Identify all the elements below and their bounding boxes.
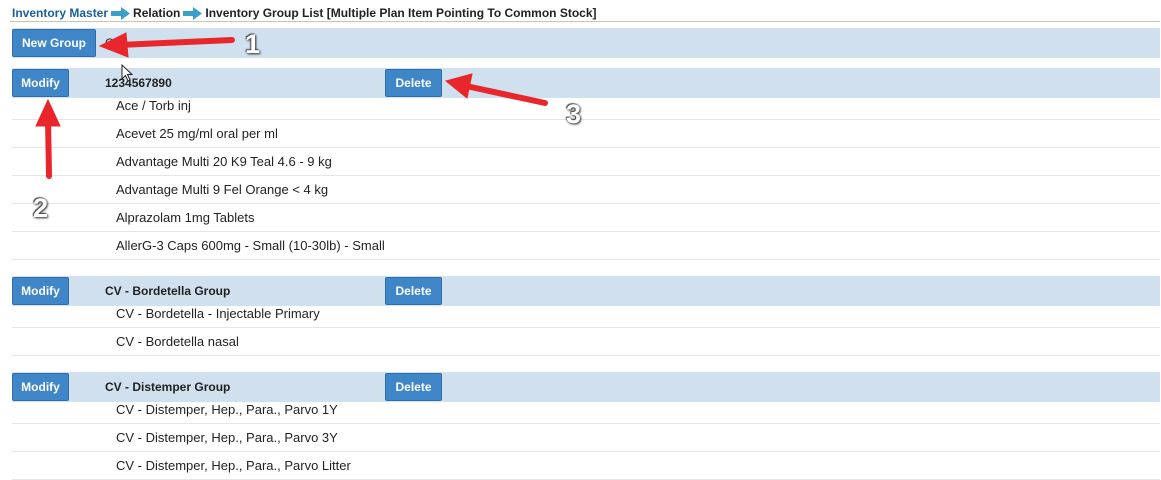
breadcrumb-item-inventory-master[interactable]: Inventory Master (12, 6, 108, 20)
list-item: CV - Bordetella - Injectable Primary (12, 300, 1160, 328)
breadcrumb: Inventory Master Relation Inventory Grou… (12, 5, 597, 21)
list-item: CV - Distemper, Hep., Para., Parvo Litte… (12, 452, 1160, 480)
annotation-label-2: 2 (33, 193, 49, 223)
list-item: CV - Distemper, Hep., Para., Parvo 3Y (12, 424, 1160, 452)
breadcrumb-item-relation[interactable]: Relation (133, 6, 180, 20)
list-item: Alprazolam 1mg Tablets (12, 204, 1160, 232)
header-divider (10, 21, 1160, 22)
toolbar-text: G (105, 36, 115, 50)
breadcrumb-item-current: Inventory Group List [Multiple Plan Item… (205, 6, 597, 20)
list-item: Advantage Multi 9 Fel Orange < 4 kg (12, 176, 1160, 204)
list-item: CV - Distemper, Hep., Para., Parvo 1Y (12, 396, 1160, 424)
page: Inventory Master Relation Inventory Grou… (0, 0, 1161, 480)
list-item: AllerG-3 Caps 600mg - Small (10-30lb) - … (12, 232, 1160, 260)
arrow-right-icon (183, 6, 203, 20)
mouse-cursor-icon (121, 64, 133, 82)
list-item: Acevet 25 mg/ml oral per ml (12, 120, 1160, 148)
group-item-list: CV - Distemper, Hep., Para., Parvo 1Y CV… (12, 396, 1160, 480)
arrow-right-icon (111, 6, 131, 20)
annotation-label-1: 1 (245, 29, 261, 59)
list-item: CV - Bordetella nasal (12, 328, 1160, 356)
list-item: Ace / Torb inj (12, 92, 1160, 120)
list-item: Advantage Multi 20 K9 Teal 4.6 - 9 kg (12, 148, 1160, 176)
group-item-list: CV - Bordetella - Injectable Primary CV … (12, 300, 1160, 356)
group-item-list: Ace / Torb inj Acevet 25 mg/ml oral per … (12, 92, 1160, 260)
new-group-button[interactable]: New Group (12, 29, 96, 57)
annotation-label-3: 3 (566, 99, 582, 129)
toolbar: New Group G (12, 28, 1160, 58)
